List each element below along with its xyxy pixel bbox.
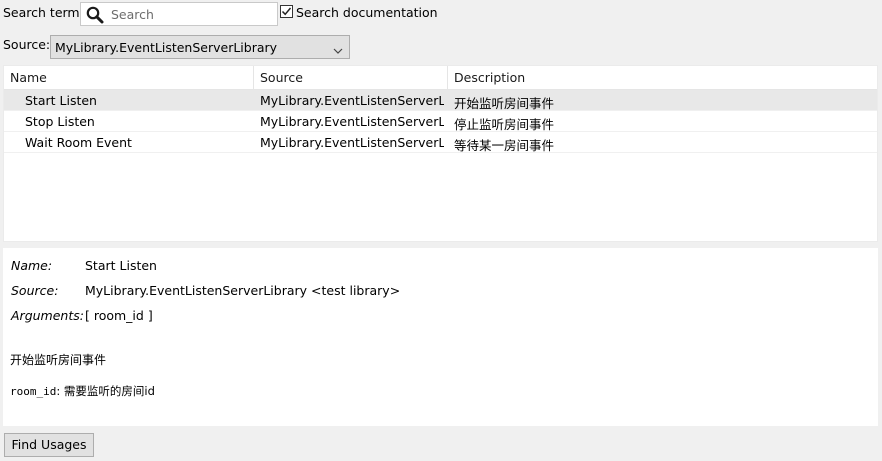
column-divider[interactable] [447,66,448,89]
column-header-name[interactable]: Name [10,70,47,85]
magnifier-icon [85,5,105,25]
column-divider[interactable] [253,66,254,89]
row-name: Stop Listen [25,114,95,129]
row-description: 开始监听房间事件 [454,96,555,111]
search-input[interactable] [111,6,271,23]
table-header: Name Source Description [4,66,877,90]
details-arguments-value: [ room_id ] [85,308,153,323]
keyword-details-panel: Name: Start Listen Source: MyLibrary.Eve… [3,248,878,426]
row-source: MyLibrary.EventListenServerLi... [260,135,444,150]
row-description: 停止监听房间事件 [454,117,555,132]
details-documentation-text: 开始监听房间事件 [10,353,107,367]
details-arguments-label: Arguments: [11,308,84,323]
chevron-down-icon [333,44,343,58]
source-selected-value: MyLibrary.EventListenServerLibrary [55,40,278,55]
details-source-value: MyLibrary.EventListenServerLibrary <test… [85,283,401,298]
find-usages-button[interactable]: Find Usages [4,433,94,457]
details-argument-doc: room_id: 需要监听的房间id [10,383,155,399]
source-dropdown[interactable]: MyLibrary.EventListenServerLibrary [50,35,350,59]
row-name: Start Listen [25,93,97,108]
table-row[interactable]: Start Listen MyLibrary.EventListenServer… [4,90,877,111]
row-source: MyLibrary.EventListenServerLi... [260,114,444,129]
column-header-description[interactable]: Description [454,70,525,85]
source-label: Source: [3,37,51,52]
row-name: Wait Room Event [25,135,132,150]
table-row[interactable]: Wait Room Event MyLibrary.EventListenSer… [4,132,877,153]
argument-name: room_id [10,385,57,398]
search-documentation-label[interactable]: Search documentation [296,5,438,20]
details-name-label: Name: [11,258,53,273]
details-name-value: Start Listen [85,258,157,273]
keyword-table: Name Source Description Start Listen MyL… [3,65,878,242]
table-row[interactable]: Stop Listen MyLibrary.EventListenServerL… [4,111,877,132]
row-source: MyLibrary.EventListenServerLi... [260,93,444,108]
column-header-source[interactable]: Source [260,70,303,85]
details-source-label: Source: [11,283,59,298]
search-documentation-checkbox[interactable] [280,5,293,18]
search-field[interactable] [80,2,278,26]
search-term-label: Search term: [3,5,84,20]
argument-description: : 需要监听的房间id [56,384,155,398]
checkmark-icon [281,7,292,16]
row-description: 等待某一房间事件 [454,138,555,153]
